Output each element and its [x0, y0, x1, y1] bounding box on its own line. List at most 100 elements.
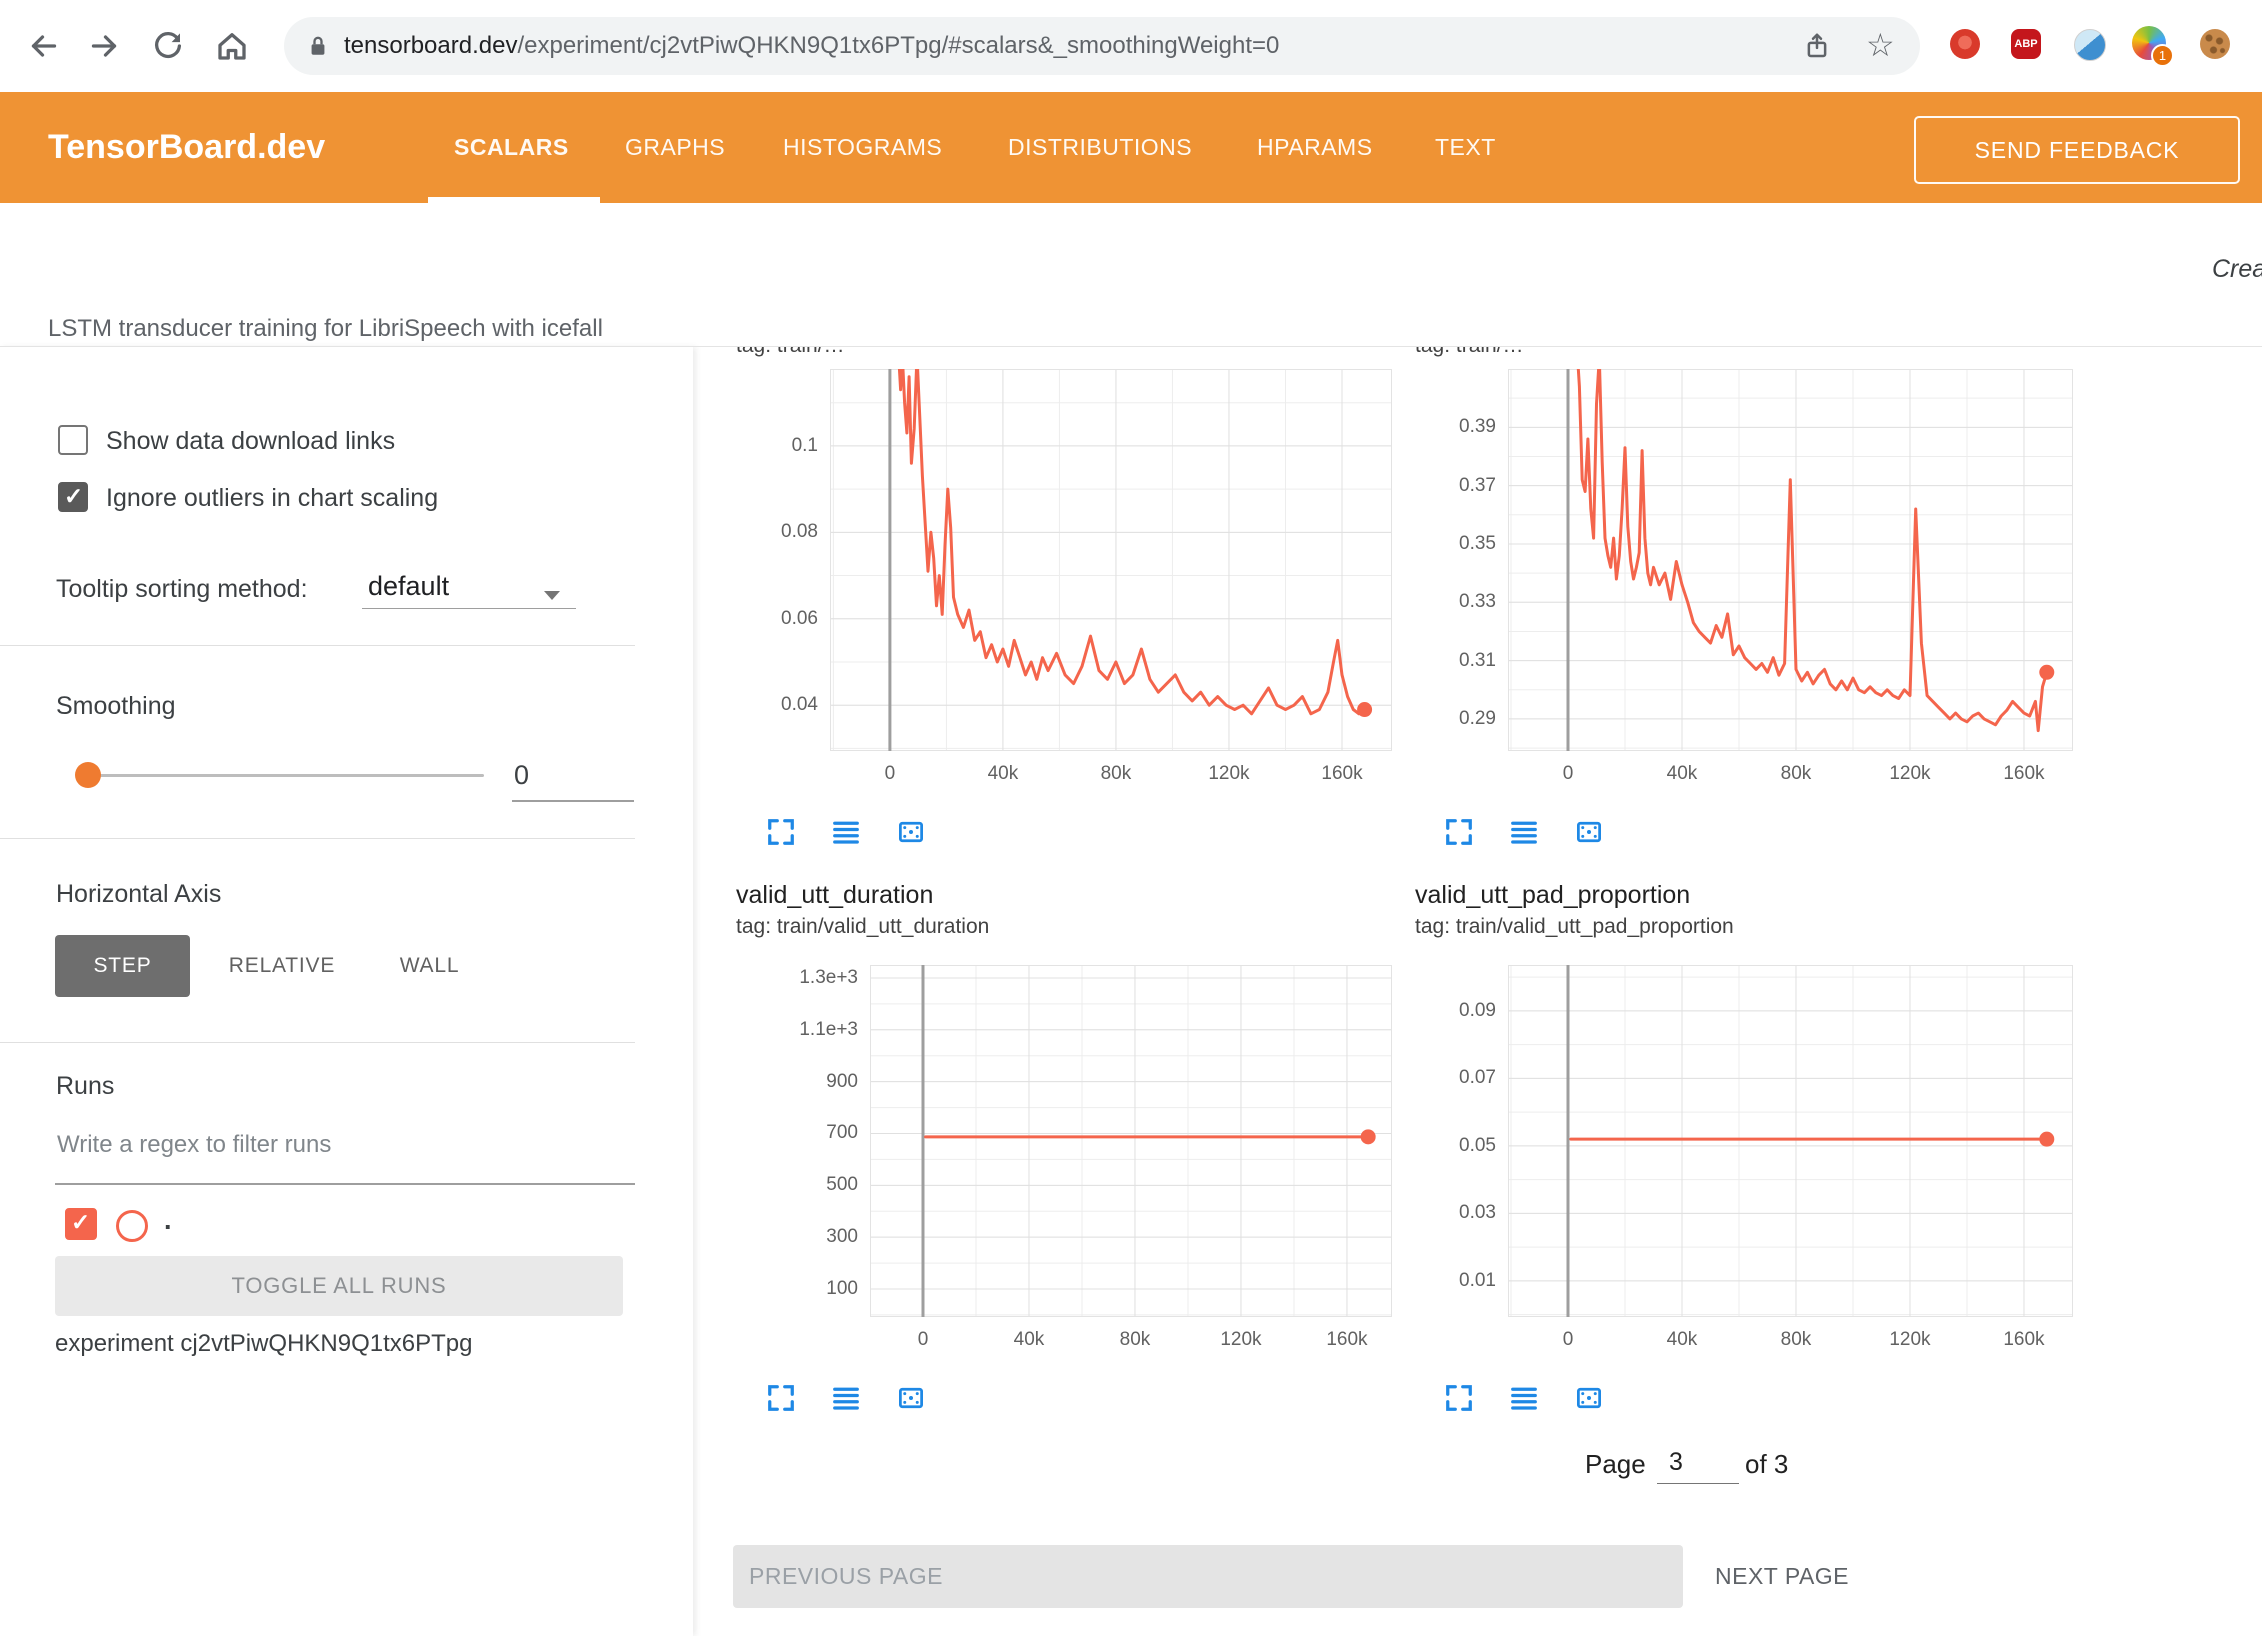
previous-page-button[interactable]: PREVIOUS PAGE	[733, 1545, 1683, 1608]
y-tick-label: 0.1	[744, 434, 818, 458]
y-tick-label: 0.03	[1422, 1201, 1496, 1225]
fit-frame-icon[interactable]	[896, 817, 926, 847]
extension-red-icon[interactable]	[1950, 29, 1980, 59]
tooltip-sorting-select[interactable]: default	[368, 571, 449, 602]
stacked-lines-icon[interactable]	[831, 817, 861, 847]
x-tick-label: 120k	[1201, 1329, 1281, 1351]
axis-wall-button[interactable]: WALL	[372, 935, 487, 997]
tab-histograms[interactable]: HISTOGRAMS	[783, 92, 942, 203]
x-tick-label: 160k	[1302, 763, 1382, 785]
y-tick-label: 0.37	[1422, 474, 1496, 498]
x-tick-label: 40k	[1642, 1329, 1722, 1351]
x-tick-label: 0	[1528, 763, 1608, 785]
tab-scalars[interactable]: SCALARS	[454, 92, 569, 203]
lock-icon	[304, 32, 332, 60]
x-tick-label: 120k	[1870, 1329, 1950, 1351]
chart-title: valid_utt_duration	[736, 881, 933, 910]
y-tick-label: 500	[784, 1173, 858, 1197]
scalar-chart-canvas[interactable]: 0.040.060.080.1040k80k120k160k	[830, 369, 1392, 751]
chart-toolbar	[1444, 1383, 1604, 1413]
url-path: /experiment/cj2vtPiwQHKN9Q1tx6PTpg/#scal…	[517, 32, 1279, 59]
scalar-chart-canvas[interactable]: 0.290.310.330.350.370.39040k80k120k160k	[1508, 369, 2073, 751]
y-tick-label: 0.07	[1422, 1066, 1496, 1090]
y-tick-label: 1.1e+3	[784, 1018, 858, 1042]
y-tick-label: 100	[784, 1277, 858, 1301]
runs-filter-input[interactable]	[55, 1122, 619, 1168]
scalar-chart-canvas[interactable]: 0.010.030.050.070.09040k80k120k160k	[1508, 965, 2073, 1317]
chart-svg	[830, 369, 1392, 751]
bookmark-star-icon[interactable]: ☆	[1866, 25, 1895, 65]
y-tick-label: 900	[784, 1070, 858, 1094]
fullscreen-icon[interactable]	[1444, 1383, 1474, 1413]
y-tick-label: 300	[784, 1225, 858, 1249]
y-tick-label: 0.35	[1422, 532, 1496, 556]
runs-label: Runs	[56, 1072, 114, 1101]
divider	[0, 346, 2262, 347]
settings-sidebar: Show data download links Ignore outliers…	[0, 347, 693, 1636]
run-color-circle[interactable]	[116, 1210, 148, 1242]
toggle-all-runs-button[interactable]: TOGGLE ALL RUNS	[55, 1256, 623, 1316]
x-tick-label: 80k	[1756, 763, 1836, 785]
x-tick-label: 80k	[1756, 1329, 1836, 1351]
stacked-lines-icon[interactable]	[1509, 1383, 1539, 1413]
extension-blue-icon[interactable]	[2074, 29, 2106, 61]
show-download-links-label: Show data download links	[106, 427, 395, 456]
ignore-outliers-checkbox[interactable]	[58, 482, 88, 512]
experiment-id-label: experiment cj2vtPiwQHKN9Q1tx6PTpg	[55, 1330, 473, 1358]
tab-hparams[interactable]: HPARAMS	[1257, 92, 1373, 203]
ignore-outliers-label: Ignore outliers in chart scaling	[106, 484, 438, 513]
next-page-button[interactable]: NEXT PAGE	[1715, 1545, 1849, 1608]
fit-frame-icon[interactable]	[1574, 1383, 1604, 1413]
smoothing-slider-thumb[interactable]	[75, 762, 101, 788]
axis-relative-button[interactable]: RELATIVE	[212, 935, 352, 997]
send-feedback-button[interactable]: SEND FEEDBACK	[1914, 116, 2240, 184]
experiment-info-strip: LSTM transducer training for LibriSpeech…	[0, 203, 2262, 346]
forward-icon[interactable]	[86, 28, 122, 64]
reload-icon[interactable]	[150, 28, 186, 64]
profile-avatar[interactable]: 1	[2132, 26, 2166, 60]
x-tick-label: 160k	[1307, 1329, 1387, 1351]
extension-abp-icon[interactable]: ABP	[2011, 29, 2041, 59]
back-icon[interactable]	[26, 28, 62, 64]
home-icon[interactable]	[214, 28, 250, 64]
run-name: .	[164, 1205, 172, 1236]
page-number-input[interactable]	[1657, 1441, 1739, 1484]
url-text[interactable]: tensorboard.dev/experiment/cj2vtPiwQHKN9…	[344, 17, 1279, 75]
y-tick-label: 0.29	[1422, 707, 1496, 731]
input-underline	[512, 800, 634, 802]
axis-step-button[interactable]: STEP	[55, 935, 190, 997]
fullscreen-icon[interactable]	[1444, 817, 1474, 847]
page-total-label: of 3	[1745, 1449, 1788, 1480]
page-label: Page	[1585, 1449, 1646, 1480]
x-tick-label: 40k	[989, 1329, 1069, 1351]
y-tick-label: 0.33	[1422, 590, 1496, 614]
stacked-lines-icon[interactable]	[1509, 817, 1539, 847]
fit-frame-icon[interactable]	[896, 1383, 926, 1413]
x-tick-label: 0	[883, 1329, 963, 1351]
divider	[0, 838, 635, 839]
tab-graphs[interactable]: GRAPHS	[625, 92, 725, 203]
address-bar[interactable]: tensorboard.dev/experiment/cj2vtPiwQHKN9…	[284, 17, 1920, 75]
chart-svg	[870, 965, 1392, 1317]
input-underline	[55, 1183, 635, 1185]
clipped-chart-tag: tag: train/…	[736, 347, 845, 358]
x-tick-label: 80k	[1076, 763, 1156, 785]
tab-distributions[interactable]: DISTRIBUTIONS	[1008, 92, 1192, 203]
run-checkbox[interactable]	[65, 1208, 97, 1240]
tab-text[interactable]: TEXT	[1435, 92, 1496, 203]
fullscreen-icon[interactable]	[766, 1383, 796, 1413]
y-tick-label: 0.06	[744, 607, 818, 631]
smoothing-slider-track[interactable]	[80, 774, 484, 777]
cookie-icon[interactable]	[2200, 29, 2230, 59]
fit-frame-icon[interactable]	[1574, 817, 1604, 847]
chart-svg	[1508, 369, 2073, 751]
share-icon[interactable]	[1802, 31, 1832, 61]
stacked-lines-icon[interactable]	[831, 1383, 861, 1413]
fullscreen-icon[interactable]	[766, 817, 796, 847]
x-tick-label: 40k	[963, 763, 1043, 785]
smoothing-value-input[interactable]	[512, 752, 632, 798]
x-tick-label: 80k	[1095, 1329, 1175, 1351]
show-download-links-checkbox[interactable]	[58, 425, 88, 455]
chevron-down-icon[interactable]	[544, 591, 560, 600]
scalar-chart-canvas[interactable]: 1003005007009001.1e+31.3e+3040k80k120k16…	[870, 965, 1392, 1317]
